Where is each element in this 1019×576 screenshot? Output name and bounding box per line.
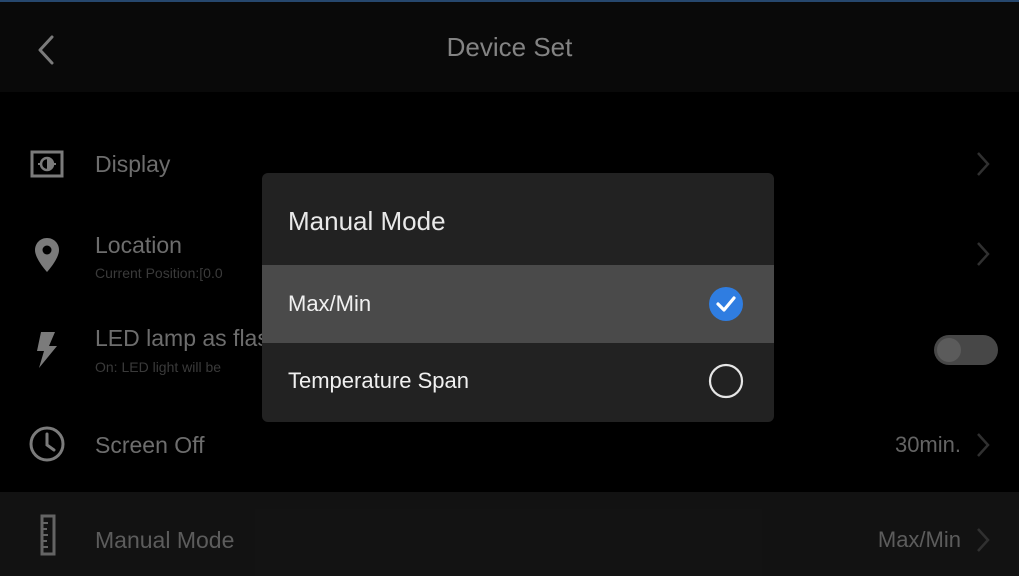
dialog-title: Manual Mode — [288, 206, 446, 236]
unchecked-radio-icon — [708, 363, 744, 399]
option-label: Max/Min — [288, 291, 372, 316]
option-label: Temperature Span — [288, 368, 469, 393]
manual-mode-dialog: Manual Mode Max/Min Temperature Span — [262, 173, 774, 422]
option-temperature-span[interactable]: Temperature Span — [262, 343, 774, 419]
option-max-min[interactable]: Max/Min — [262, 266, 774, 342]
checked-radio-icon — [709, 287, 743, 321]
